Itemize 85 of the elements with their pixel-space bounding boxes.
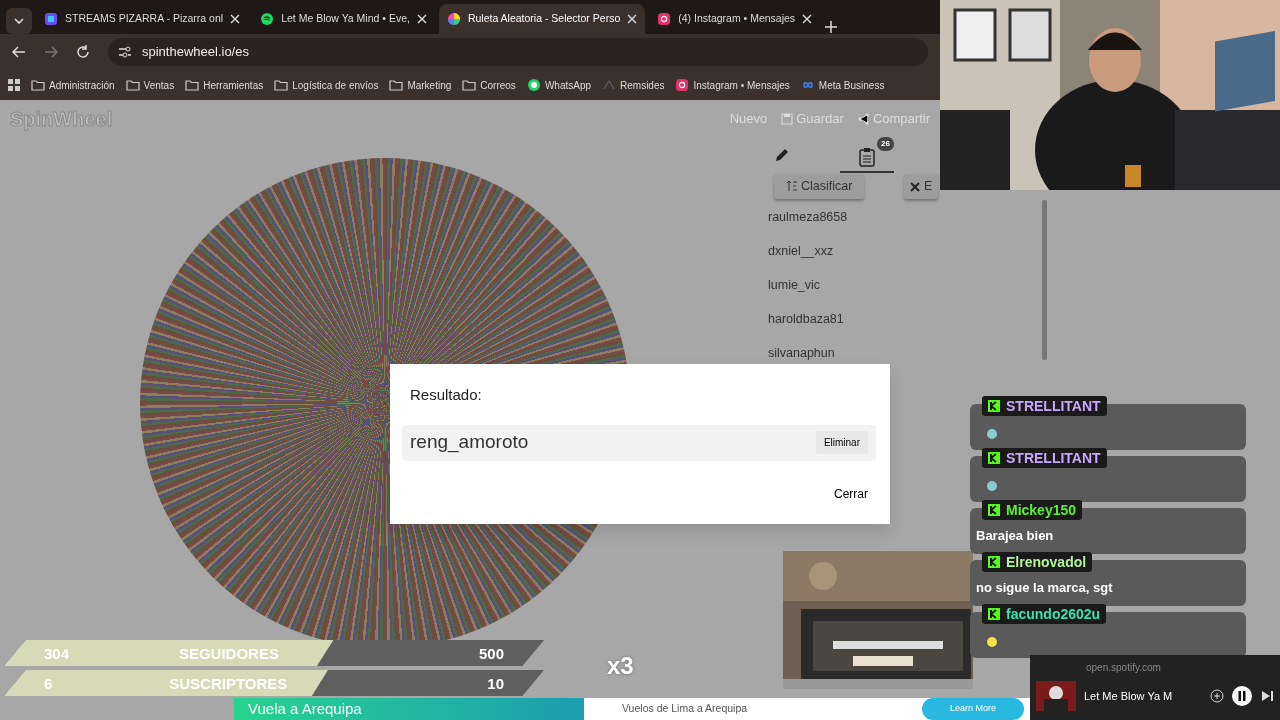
chat-username: STRELLITANT xyxy=(982,448,1107,468)
channel-icon xyxy=(988,400,1000,412)
bookmark[interactable]: Ventas xyxy=(125,77,175,93)
emoji-icon xyxy=(986,636,998,648)
browser-tab[interactable]: Let Me Blow Ya Mind • Eve, xyxy=(252,4,435,34)
channel-icon xyxy=(988,504,1000,516)
remove-button[interactable]: Eliminar xyxy=(815,431,868,454)
entry-item[interactable]: lumie_vic xyxy=(760,268,960,303)
goal-value: 10 xyxy=(487,674,504,692)
chat-text: no sigue la marca, sgt xyxy=(976,580,1113,595)
emoji-icon xyxy=(986,428,998,440)
goal-value: 500 xyxy=(478,644,504,662)
track-title: Let Me Blow Ya M xyxy=(1084,688,1174,704)
site-settings-icon xyxy=(118,45,132,59)
folder-icon xyxy=(389,78,404,92)
pencil-icon[interactable] xyxy=(774,147,790,163)
chat-username: facundo2602u xyxy=(982,604,1107,624)
board-icon xyxy=(44,12,58,26)
channel-icon xyxy=(988,556,1000,568)
entry-item[interactable]: raulmeza8658 xyxy=(760,200,960,235)
count-badge: 26 xyxy=(877,137,894,151)
bookmark[interactable]: Meta Business xyxy=(800,77,885,93)
folder-icon xyxy=(31,78,45,92)
music-icon xyxy=(260,12,275,26)
chat-text: Barajea bien xyxy=(976,528,1054,543)
bookmark[interactable]: Instagram • Mensajes xyxy=(675,77,790,93)
folder-icon xyxy=(125,78,140,92)
bookmark[interactable]: WhatsApp xyxy=(526,77,591,93)
emoji-icon xyxy=(986,480,998,492)
entry-item[interactable]: dxniel__xxz xyxy=(760,234,960,269)
folder-icon xyxy=(185,78,200,92)
result-text: reng_amoroto xyxy=(410,430,530,455)
close-icon[interactable] xyxy=(627,14,638,24)
sort-button[interactable]: Clasificar xyxy=(774,174,865,199)
forward-icon[interactable] xyxy=(44,45,58,59)
camera-icon xyxy=(675,78,690,92)
clipboard-icon xyxy=(858,147,876,167)
wheel-icon xyxy=(446,12,461,26)
bookmark[interactable]: Herramientas xyxy=(185,77,264,93)
chat-username: Mickey150 xyxy=(982,500,1083,520)
camera-icon xyxy=(657,12,672,26)
browser-tab[interactable]: (4) Instagram • Mensajes xyxy=(649,4,821,34)
count-value: 6 xyxy=(44,674,53,692)
folder-icon xyxy=(462,78,477,92)
clear-button[interactable]: E xyxy=(904,174,939,199)
site-icon xyxy=(602,78,616,92)
channel-icon xyxy=(988,452,1000,464)
bookmark[interactable]: Logística de envíos xyxy=(274,77,379,93)
ad-headline: Vuela a Arequipa xyxy=(234,698,584,720)
site-label: open.spotify.com xyxy=(1085,661,1162,675)
add-icon[interactable] xyxy=(1210,689,1224,703)
dialog-title: Resultado: xyxy=(410,385,483,405)
share-icon xyxy=(857,113,870,125)
bookmark[interactable]: Remsides xyxy=(602,77,665,93)
browser-tab[interactable]: STREAMS PIZARRA - Pizarra onl xyxy=(36,4,249,34)
bookmark[interactable]: Marketing xyxy=(389,77,452,93)
back-icon[interactable] xyxy=(12,45,26,59)
chat-icon xyxy=(526,78,541,92)
tab-list-icon[interactable] xyxy=(6,8,32,34)
apps-icon[interactable] xyxy=(8,79,20,91)
pause-icon[interactable] xyxy=(1232,686,1252,706)
count-value: 304 xyxy=(44,644,70,662)
chat-username: Elrenovadol xyxy=(982,552,1093,572)
sort-icon xyxy=(786,180,798,193)
goal-label: SUSCRIPTORES xyxy=(169,674,288,692)
bookmark[interactable]: Correos xyxy=(462,77,516,93)
close-icon[interactable] xyxy=(230,14,241,24)
browser-tab[interactable]: Ruleta Aleatoria - Selector Perso xyxy=(438,4,646,34)
entries-tab[interactable]: 26 xyxy=(840,137,894,173)
chat-username: STRELLITANT xyxy=(982,396,1107,416)
multiplier-text: x3 xyxy=(607,652,634,680)
ad-text: Vuelos de Lima a Arequipa xyxy=(622,701,748,717)
folder-icon xyxy=(274,78,289,92)
address-bar[interactable]: spinthewheel.io/es xyxy=(108,38,928,66)
reload-icon[interactable] xyxy=(76,45,90,59)
entry-item[interactable]: haroldbaza81 xyxy=(760,302,960,337)
channel-icon xyxy=(988,608,1000,620)
next-icon[interactable] xyxy=(1260,689,1274,703)
close-icon[interactable] xyxy=(802,14,813,24)
close-icon xyxy=(910,181,921,192)
bookmark[interactable]: Administración xyxy=(31,77,115,93)
goal-label: SEGUIDORES xyxy=(178,644,279,662)
new-tab-icon[interactable] xyxy=(824,20,839,34)
save-icon xyxy=(781,113,794,125)
close-icon[interactable] xyxy=(416,14,427,24)
